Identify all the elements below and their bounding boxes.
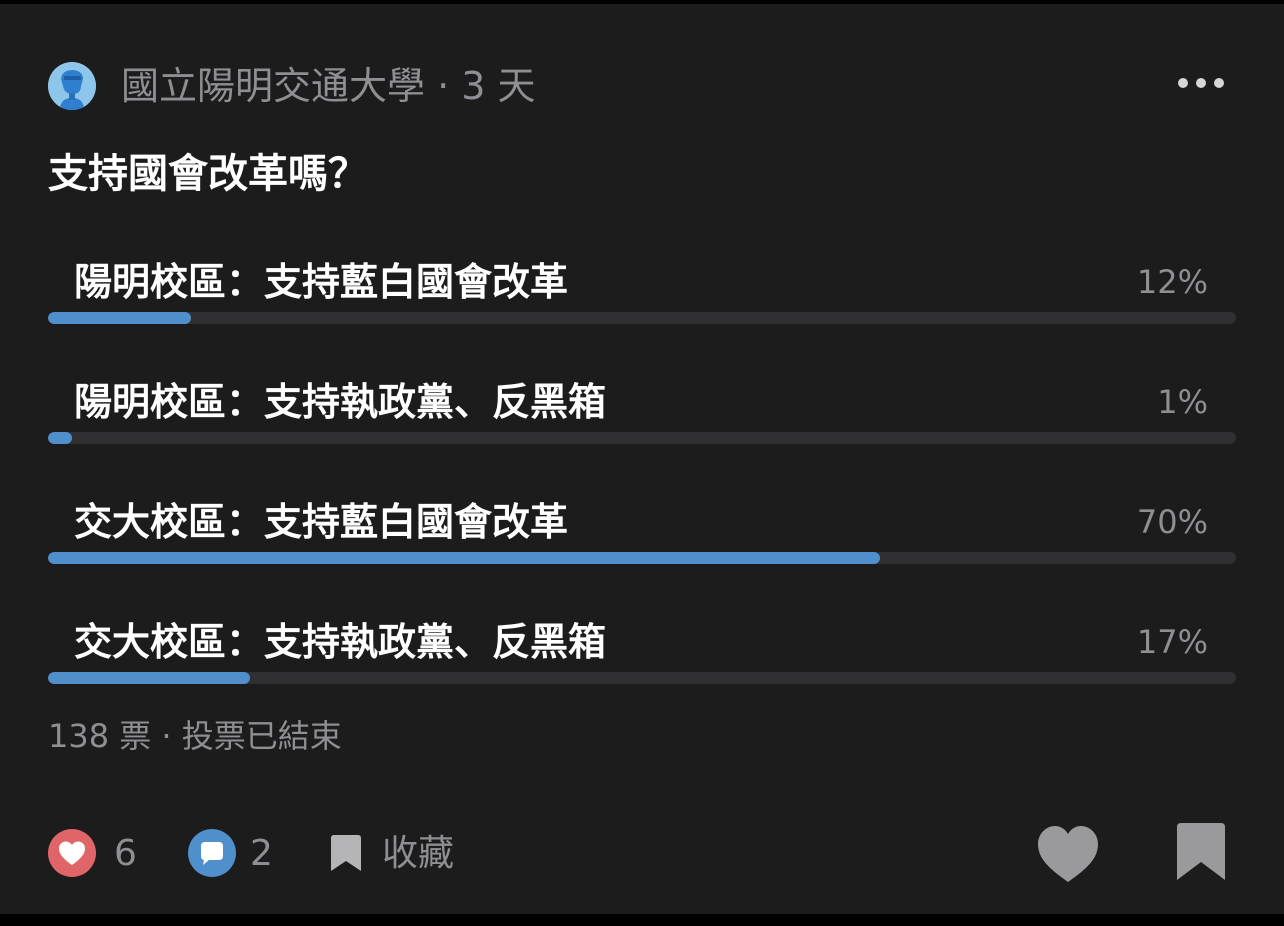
poll-option-percent: 70% [1136,503,1208,541]
bookmark-button[interactable] [1176,822,1228,886]
poll-option-label: 陽明校區：支持藍白國會改革 [74,260,569,304]
poll-bar-track [48,672,1236,684]
bookmark-icon [331,835,361,871]
poll-bar-fill [48,552,880,564]
comment-bubble-icon [188,829,236,877]
vote-summary: 138 票 · 投票已結束 [48,717,342,755]
more-dots-icon [1178,78,1188,88]
poll-bar-fill [48,312,191,324]
poll-bar-track [48,312,1236,324]
poll-option-label: 交大校區：支持執政黨、反黑箱 [74,620,607,664]
poll-option-percent: 1% [1157,383,1208,421]
poll-option-percent: 17% [1136,623,1208,661]
avatar-figure [48,62,96,110]
more-options-button[interactable] [1178,72,1224,92]
board-name-text: 國立陽明交通大學 [121,64,426,108]
poll-option[interactable]: 陽明校區：支持藍白國會改革 12% [48,256,1236,336]
post-card: 國立陽明交通大學 · 3 天 支持國會改革嗎？ 陽明校區：支持藍白國會改革 12… [0,4,1284,914]
action-bar: 6 2 收藏 [48,822,1238,886]
poll-bar-fill [48,672,250,684]
poll-option-label: 陽明校區：支持執政黨、反黑箱 [74,380,607,424]
poll-bar-track [48,432,1236,444]
like-count: 6 [114,833,137,874]
poll-bar-track [48,552,1236,564]
poll-option-label: 交大校區：支持藍白國會改革 [74,500,569,544]
comment-count-button[interactable]: 2 [188,822,288,886]
post-time: · 3 天 [437,64,536,108]
more-dots-icon [1214,78,1224,88]
heart-reaction-icon [48,829,96,877]
poll-bar-fill [48,432,72,444]
post-header: 國立陽明交通大學 · 3 天 [48,60,1238,112]
heart-icon [1038,826,1098,882]
save-label: 收藏 [382,833,455,874]
poll-option[interactable]: 交大校區：支持藍白國會改革 70% [48,496,1236,576]
like-count-button[interactable]: 6 [48,822,148,886]
react-button[interactable] [1036,822,1102,886]
save-button[interactable]: 收藏 [330,822,470,886]
post-question: 支持國會改革嗎？ [48,151,368,197]
poll-option-percent: 12% [1136,263,1208,301]
poll-option[interactable]: 陽明校區：支持執政黨、反黑箱 1% [48,376,1236,456]
bookmark-large-icon [1177,823,1225,880]
board-name[interactable]: 國立陽明交通大學 · 3 天 [121,62,536,110]
poll-option[interactable]: 交大校區：支持執政黨、反黑箱 17% [48,616,1236,696]
school-avatar-icon[interactable] [48,62,96,110]
comment-count: 2 [250,833,273,874]
more-dots-icon [1196,78,1206,88]
